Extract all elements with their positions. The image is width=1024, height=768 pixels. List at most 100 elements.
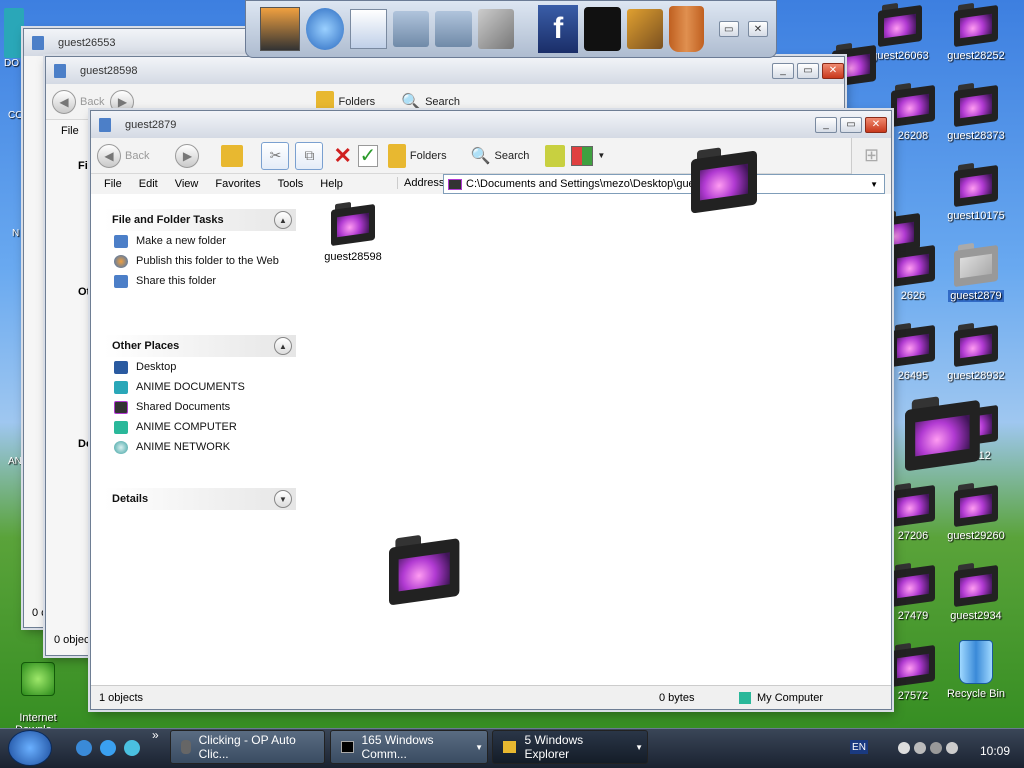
folder-icon — [54, 63, 66, 78]
menu-tools[interactable]: Tools — [278, 178, 304, 190]
quicklaunch-ie2-icon[interactable] — [100, 740, 116, 756]
taskbar-item-windows-explorer[interactable]: 5 Windows Explorer ▼ — [492, 730, 648, 764]
tray-icon[interactable] — [930, 742, 942, 754]
folders-button[interactable]: Folders — [387, 143, 447, 168]
folder-icon — [954, 242, 998, 288]
back-button[interactable]: ◀ Back — [97, 143, 149, 168]
dock-restore-button[interactable]: ▭ — [718, 21, 739, 37]
close-button[interactable]: ✕ — [822, 62, 844, 79]
documents-icon[interactable] — [350, 9, 388, 49]
dock-close-button[interactable]: ✕ — [747, 21, 768, 37]
dragged-folder-icon — [691, 147, 757, 214]
menu-file[interactable]: File — [104, 178, 122, 190]
expand-icon[interactable]: ▼ — [274, 490, 292, 508]
address-bar[interactable]: C:\Documents and Settings\mezo\Desktop\g… — [443, 174, 885, 194]
place-anime-network[interactable]: ANIME NETWORK — [104, 437, 296, 457]
folder-icon — [891, 482, 935, 528]
forward-button[interactable]: ▶ — [175, 143, 200, 168]
search-button[interactable]: 🔍 Search — [401, 92, 460, 112]
views-button[interactable]: ▼ — [571, 145, 605, 166]
desktop-icon-guest28373[interactable]: guest28373 — [937, 82, 1015, 142]
clock[interactable]: 10:09 — [980, 744, 1010, 758]
folder-icon[interactable] — [393, 11, 430, 47]
panel-header[interactable]: File and Folder Tasks ▲ — [104, 209, 296, 231]
desktop-icon-left-do[interactable]: DO — [4, 8, 24, 69]
quicklaunch-chevron[interactable]: » — [152, 728, 159, 742]
desktop-icon-recycle-bin[interactable]: Recycle Bin — [937, 640, 1015, 700]
desktop-icon-guest28932[interactable]: guest28932 — [937, 322, 1015, 382]
documents-icon — [114, 381, 128, 394]
desktop-icon-guest29260[interactable]: guest29260 — [937, 482, 1015, 542]
title-bar[interactable]: guest28598 _ ▭ ✕ — [46, 57, 844, 84]
naruto-avatar-icon[interactable] — [260, 7, 301, 51]
desktop-icon-guest2934[interactable]: guest2934 — [937, 562, 1015, 622]
menu-favorites[interactable]: Favorites — [215, 178, 260, 190]
desktop-icon — [114, 361, 128, 374]
folder-icon — [331, 201, 375, 247]
task-make-new-folder[interactable]: Make a new folder — [104, 231, 296, 251]
title-bar[interactable]: guest26553 — [24, 29, 282, 56]
desktop-icon-left-co[interactable]: CO — [8, 110, 23, 121]
taskbar-item-windows-command[interactable]: 165 Windows Comm... ▼ — [330, 730, 488, 764]
desktop-icon-left-an[interactable]: AN — [8, 456, 22, 467]
delete-icon[interactable]: ✕ — [333, 143, 351, 169]
collapse-icon[interactable]: ▲ — [274, 337, 292, 355]
folder-music-icon[interactable] — [435, 11, 472, 47]
language-indicator[interactable]: EN — [850, 740, 868, 754]
taskbar-item-auto-clicker[interactable]: Clicking - OP Auto Clic... — [170, 730, 325, 764]
content-folder-item[interactable]: guest28598 — [317, 201, 389, 263]
place-anime-documents[interactable]: ANIME DOCUMENTS — [104, 377, 296, 397]
menu-help[interactable]: Help — [320, 178, 343, 190]
maximize-button[interactable]: ▭ — [797, 62, 819, 79]
place-desktop[interactable]: Desktop — [104, 357, 296, 377]
desktop-icon-guest28252[interactable]: guest28252 — [937, 2, 1015, 62]
dragged-folder-icon — [389, 534, 460, 606]
search-button[interactable]: 🔍 Search — [471, 146, 530, 166]
window-title: guest2879 — [125, 118, 177, 131]
explorer-window-guest2879[interactable]: guest2879 _ ▭ ✕ ◀ Back ▶ ✂ ⧉ ✕ ✓ Folders … — [90, 110, 892, 710]
minimize-button[interactable]: _ — [772, 62, 794, 79]
task-share-folder[interactable]: Share this folder — [104, 271, 296, 291]
menu-file[interactable]: File — [61, 125, 79, 137]
bucket-icon[interactable] — [669, 6, 704, 52]
tray-icon[interactable] — [898, 742, 910, 754]
start-button[interactable] — [8, 730, 52, 766]
facebook-icon[interactable]: f — [538, 5, 579, 53]
place-anime-computer[interactable]: ANIME COMPUTER — [104, 417, 296, 437]
properties-icon[interactable]: ✓ — [357, 144, 378, 167]
tshirt-icon[interactable] — [584, 7, 621, 51]
desktop-icon-guest10175[interactable]: guest10175 — [937, 162, 1015, 222]
menu-bar: File Edit View Favorites Tools Help Addr… — [91, 174, 891, 194]
up-folder-button[interactable] — [221, 144, 244, 167]
desktop-icon-left-n[interactable]: N — [12, 228, 19, 239]
cut-button[interactable]: ✂ — [261, 141, 290, 170]
close-button[interactable]: ✕ — [865, 116, 887, 133]
address-label: Address — [397, 177, 444, 189]
desktop-icon-guest2879[interactable]: guest2879 — [937, 242, 1015, 302]
new-folder-icon — [114, 235, 128, 248]
tools-icon[interactable] — [477, 9, 515, 49]
tray-icon[interactable] — [914, 742, 926, 754]
quicklaunch-messenger-icon[interactable] — [124, 740, 140, 756]
panel-header[interactable]: Details ▼ — [104, 488, 296, 510]
panel-header[interactable]: Other Places ▲ — [104, 335, 296, 357]
favorites-icon[interactable] — [545, 144, 566, 167]
status-location: My Computer — [757, 691, 824, 704]
hammer-icon[interactable] — [626, 9, 663, 49]
place-shared-documents[interactable]: Shared Documents — [104, 397, 296, 417]
maximize-button[interactable]: ▭ — [840, 116, 862, 133]
collapse-icon[interactable]: ▲ — [274, 211, 292, 229]
task-publish-folder[interactable]: Publish this folder to the Web — [104, 251, 296, 271]
tray-icon[interactable] — [946, 742, 958, 754]
folder-icon — [891, 642, 935, 688]
globe-icon[interactable] — [306, 8, 345, 50]
chevron-down-icon[interactable]: ▼ — [864, 180, 884, 189]
menu-view[interactable]: View — [175, 178, 199, 190]
menu-edit[interactable]: Edit — [139, 178, 158, 190]
quicklaunch-ie-icon[interactable] — [76, 740, 92, 756]
copy-button[interactable]: ⧉ — [295, 141, 324, 170]
back-arrow-icon: ◀ — [52, 89, 76, 114]
title-bar[interactable]: guest2879 _ ▭ ✕ — [91, 111, 891, 138]
minimize-button[interactable]: _ — [815, 116, 837, 133]
folder-icon — [114, 401, 128, 414]
